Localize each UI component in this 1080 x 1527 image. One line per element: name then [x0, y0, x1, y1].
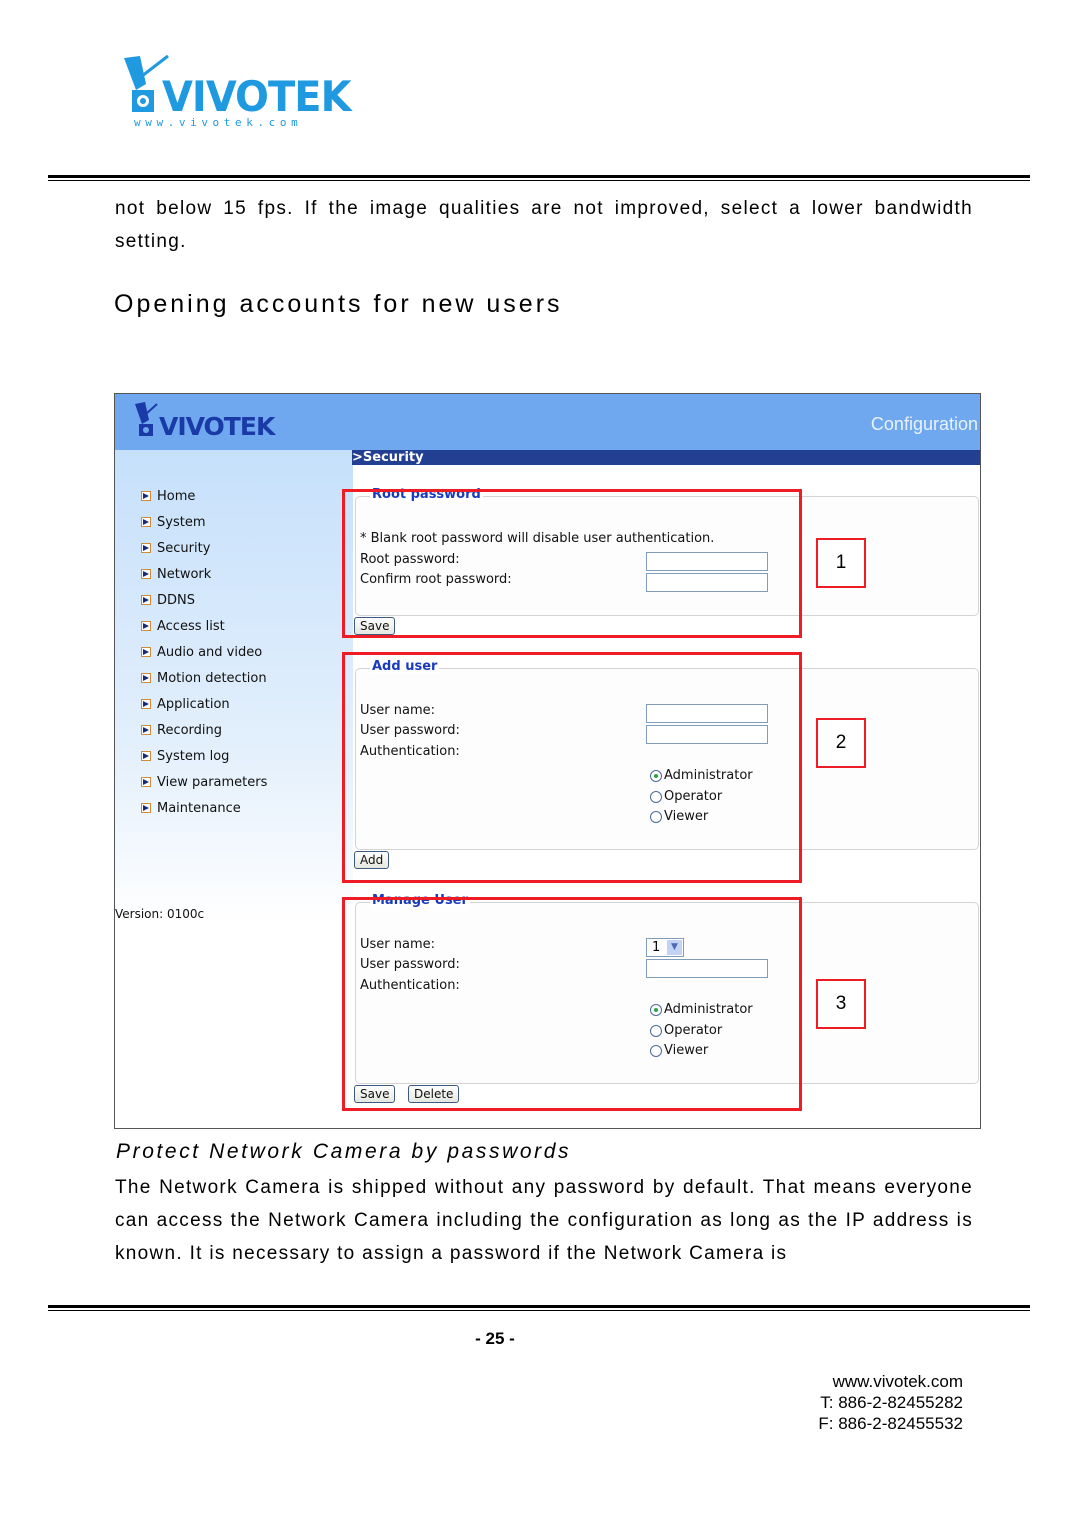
sidebar-item-view-parameters[interactable]: View parameters	[141, 773, 267, 791]
callout-2: 2	[816, 718, 866, 768]
sidebar-item-application[interactable]: Application	[141, 695, 230, 713]
sidebar-item-ddns[interactable]: DDNS	[141, 591, 195, 609]
sidebar-item-security[interactable]: Security	[141, 539, 210, 557]
highlight-box-manage-user	[342, 897, 802, 1111]
intro-paragraph: not below 15 fps. If the image qualities…	[115, 198, 973, 252]
arrow-bullet-icon	[141, 777, 151, 787]
sidebar-item-maintenance[interactable]: Maintenance	[141, 799, 241, 817]
sidebar-item-system-log[interactable]: System log	[141, 747, 229, 765]
sidebar-item-label: Security	[157, 540, 211, 556]
version-label: Version: 0100c	[115, 907, 205, 921]
app-logo: VIVOTEK	[131, 402, 275, 443]
sidebar-item-label: Motion detection	[157, 670, 267, 686]
footer-divider	[48, 1305, 1030, 1311]
camera-logo-icon	[135, 402, 158, 436]
arrow-bullet-icon	[141, 803, 151, 813]
figure-caption: Protect Network Camera by passwords	[116, 1140, 572, 1163]
sidebar-item-label: Recording	[157, 722, 223, 738]
arrow-bullet-icon	[141, 517, 151, 527]
sidebar-item-recording[interactable]: Recording	[141, 721, 222, 739]
configuration-screenshot: VIVOTEK Configuration Home System Securi…	[114, 393, 981, 1129]
arrow-bullet-icon	[141, 751, 151, 761]
sidebar: Home System Security Network DDNS Access…	[115, 450, 353, 1128]
sidebar-item-label: System	[157, 514, 206, 530]
sidebar-item-network[interactable]: Network	[141, 565, 211, 583]
fax-text: F: 886-2-82455532	[818, 1414, 963, 1433]
contact-info: www.vivotek.com T: 886-2-82455282 F: 886…	[818, 1371, 963, 1434]
configuration-label: Configuration	[870, 414, 978, 434]
sidebar-item-label: Network	[157, 566, 212, 582]
phone-text: T: 886-2-82455282	[820, 1393, 963, 1412]
section-title: Opening accounts for new users	[114, 290, 563, 318]
app-logo-text: VIVOTEK	[159, 412, 275, 441]
arrow-bullet-icon	[141, 491, 151, 501]
arrow-bullet-icon	[141, 595, 151, 605]
arrow-bullet-icon	[141, 569, 151, 579]
sidebar-item-label: Home	[157, 488, 196, 504]
arrow-bullet-icon	[141, 699, 151, 709]
arrow-bullet-icon	[141, 543, 151, 553]
website-text: www.vivotek.com	[832, 1372, 963, 1391]
body-paragraph: The Network Camera is shipped without an…	[115, 1177, 973, 1264]
sidebar-item-label: Access list	[157, 618, 225, 634]
highlight-box-root-password	[342, 489, 802, 638]
logo-wordmark: VIVOTEK	[162, 72, 352, 121]
breadcrumb: >Security	[352, 450, 980, 465]
highlight-box-add-user	[342, 652, 802, 883]
arrow-bullet-icon	[141, 621, 151, 631]
header-divider	[48, 175, 1030, 181]
sidebar-item-access-list[interactable]: Access list	[141, 617, 225, 635]
sidebar-item-label: System log	[157, 748, 230, 764]
sidebar-item-audio-and-video[interactable]: Audio and video	[141, 643, 262, 661]
sidebar-item-motion-detection[interactable]: Motion detection	[141, 669, 267, 687]
sidebar-item-system[interactable]: System	[141, 513, 205, 531]
sidebar-item-label: View parameters	[157, 774, 268, 790]
callout-3: 3	[816, 979, 866, 1029]
sidebar-item-label: Application	[157, 696, 230, 712]
app-header: VIVOTEK Configuration	[115, 394, 980, 450]
sidebar-item-label: DDNS	[157, 592, 195, 608]
arrow-bullet-icon	[141, 673, 151, 683]
vivotek-logo: VIVOTEK www.vivotek.com	[118, 54, 358, 130]
sidebar-item-label: Audio and video	[157, 644, 263, 660]
sidebar-item-label: Maintenance	[157, 800, 241, 816]
arrow-bullet-icon	[141, 725, 151, 735]
logo-url: www.vivotek.com	[134, 116, 303, 129]
callout-1: 1	[816, 538, 866, 588]
page-number: - 25 -	[475, 1329, 515, 1348]
sidebar-item-home[interactable]: Home	[141, 487, 195, 505]
arrow-bullet-icon	[141, 647, 151, 657]
